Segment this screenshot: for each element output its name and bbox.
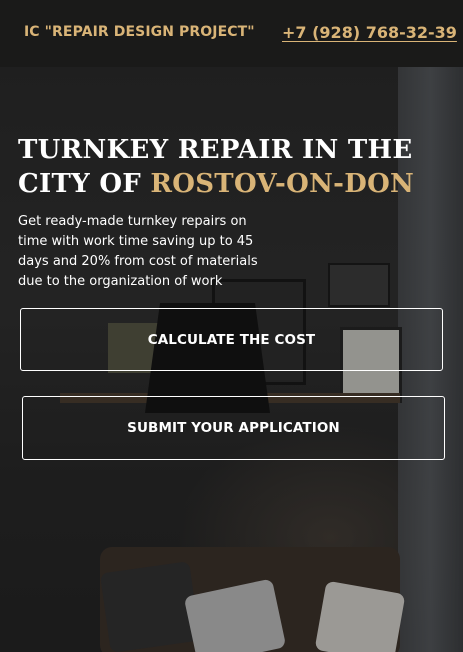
phone-link[interactable]: +7 (928) 768-32-39	[282, 23, 457, 42]
submit-application-button[interactable]: SUBMIT YOUR APPLICATION	[22, 396, 445, 460]
site-header: IC "REPAIR DESIGN PROJECT" +7 (928) 768-…	[0, 0, 463, 67]
hero-title-city: ROSTOV-ON-DON	[150, 169, 415, 199]
brand-name: IC "REPAIR DESIGN PROJECT"	[24, 24, 255, 40]
hero-description: Get ready-made turnkey repairs on time w…	[18, 214, 258, 289]
hero-title: TURNKEY REPAIR IN THE CITY OF ROSTOV-ON-…	[18, 133, 438, 201]
calculate-cost-button[interactable]: CALCULATE THE COST	[20, 308, 443, 371]
